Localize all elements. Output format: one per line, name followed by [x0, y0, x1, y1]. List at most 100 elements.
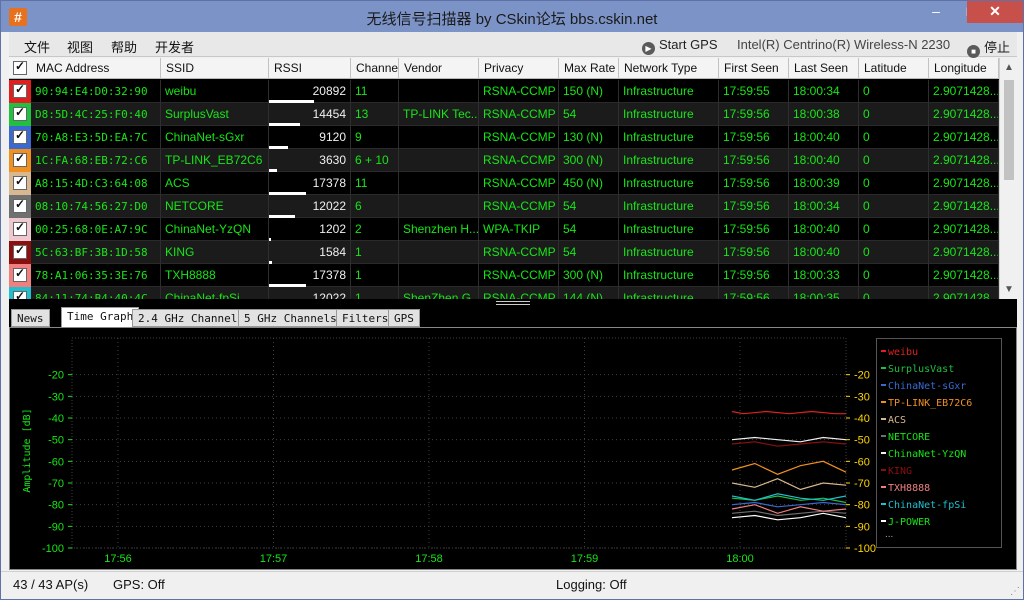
tab-0[interactable]: News — [11, 309, 50, 327]
cell-channel-text: 6 + 10 — [355, 153, 389, 167]
cell-rate: 130 (N) — [559, 126, 619, 149]
legend-label: weibu — [888, 347, 919, 358]
header-checkbox[interactable]: ✓ — [9, 58, 31, 81]
cell-mac-text: 00:25:68:0E:A7:9C — [35, 223, 148, 236]
y-tick-label-right: -70 — [854, 478, 870, 490]
cell-last-text: 18:00:34 — [793, 84, 840, 98]
table-row[interactable]: ✓ 00:25:68:0E:A7:9C ChinaNet-YzQN 1202 2 Shen… — [9, 218, 999, 241]
cell-mac-text: D8:5D:4C:25:F0:40 — [35, 108, 148, 121]
column-header-6[interactable]: Max Rate — [559, 58, 619, 79]
column-header-11[interactable]: Longitude — [929, 58, 999, 79]
column-header-3[interactable]: Channel — [351, 58, 399, 79]
cell-lat: 0 — [859, 172, 929, 195]
table-row[interactable]: ✓ 5C:63:BF:3B:1D:58 KING 1584 1 RSNA-CCMP 54 In… — [9, 241, 999, 264]
column-header-8[interactable]: First Seen — [719, 58, 789, 79]
stop-button[interactable]: ■ 停止 — [967, 37, 1010, 58]
cell-privacy: RSNA-CCMP — [479, 149, 559, 172]
legend-swatch — [881, 418, 886, 420]
tab-2[interactable]: 2.4 GHz Channels — [132, 309, 250, 327]
tab-3[interactable]: 5 GHz Channels — [238, 309, 343, 327]
column-header-1[interactable]: SSID — [161, 58, 269, 79]
adapter-select[interactable]: Intel(R) Centrino(R) Wireless-N 2230 — [737, 37, 950, 52]
cell-ssid: ChinaNet-fpSi — [161, 287, 269, 299]
cell-first: 17:59:56 — [719, 149, 789, 172]
row-checkbox[interactable]: ✓ — [9, 218, 31, 241]
tab-1[interactable]: Time Graph — [61, 307, 140, 327]
vertical-scrollbar[interactable]: ▲ ▼ — [999, 58, 1017, 299]
column-header-10[interactable]: Latitude — [859, 58, 929, 79]
cell-first-text: 17:59:56 — [723, 130, 770, 144]
resize-grip-icon[interactable]: ⋰ — [1010, 586, 1020, 597]
window-title: 无线信号扫描器 by CSkin论坛 bbs.cskin.net — [366, 11, 658, 28]
cell-rssi-text: 17378 — [312, 268, 346, 282]
table-row[interactable]: ✓ 1C:FA:68:EB:72:C6 TP-LINK_EB72C6 3630 6 + … — [9, 149, 999, 172]
gps-status: GPS: Off — [113, 577, 165, 592]
table-row[interactable]: ✓ D8:5D:4C:25:F0:40 SurplusVast 14454 13 TP-L… — [9, 103, 999, 126]
splitter-grip[interactable] — [496, 301, 530, 305]
cell-ssid: NETCORE — [161, 195, 269, 218]
legend-swatch — [881, 503, 886, 505]
cell-rssi: 1584 — [269, 241, 351, 264]
column-header-7[interactable]: Network Type — [619, 58, 719, 79]
close-button[interactable]: ✕ — [967, 1, 1023, 23]
menu-developer[interactable]: 开发者 — [155, 37, 194, 56]
graph-legend: weibu SurplusVast ChinaNet-sGxr TP-LINK_EB7… — [876, 338, 1002, 548]
row-checkbox[interactable]: ✓ — [9, 241, 31, 264]
column-header-4[interactable]: Vendor — [399, 58, 479, 79]
cell-first: 17:59:55 — [719, 80, 789, 103]
row-checkbox[interactable]: ✓ — [9, 149, 31, 172]
column-header-5[interactable]: Privacy — [479, 58, 559, 79]
cell-channel: 11 — [351, 172, 399, 195]
legend-item: ChinaNet-YzQN — [877, 446, 1001, 463]
cell-type-text: Infrastructure — [623, 107, 694, 121]
scroll-down-icon[interactable]: ▼ — [1004, 284, 1014, 295]
cell-channel: 6 + 10 — [351, 149, 399, 172]
column-header-9[interactable]: Last Seen — [789, 58, 859, 79]
table-row[interactable]: ✓ 70:A8:E3:5D:EA:7C ChinaNet-sGxr 9120 9 RSNA… — [9, 126, 999, 149]
cell-lat: 0 — [859, 126, 929, 149]
title-bar[interactable]: # 无线信号扫描器 by CSkin论坛 bbs.cskin.net – □ ✕ — [1, 1, 1023, 32]
row-checkbox[interactable]: ✓ — [9, 264, 31, 287]
row-checkbox[interactable]: ✓ — [9, 195, 31, 218]
legend-item: ACS — [877, 412, 1001, 429]
y-tick-label-right: -60 — [854, 456, 870, 468]
cell-first: 17:59:56 — [719, 287, 789, 299]
minimize-button[interactable]: – — [919, 1, 953, 23]
cell-channel-text: 11 — [355, 84, 368, 98]
plot-frame — [71, 337, 847, 549]
table-row[interactable]: ✓ A8:15:4D:C3:64:08 ACS 17378 11 RSNA-CCMP 450… — [9, 172, 999, 195]
legend-label: TP-LINK_EB72C6 — [888, 398, 973, 409]
tab-4[interactable]: Filters — [336, 309, 395, 327]
tab-5[interactable]: GPS — [388, 309, 420, 327]
row-checkbox[interactable]: ✓ — [9, 126, 31, 149]
cell-channel: 2 — [351, 218, 399, 241]
y-tick-label-left: -60 — [48, 456, 64, 468]
row-checkbox[interactable]: ✓ — [9, 287, 31, 299]
cell-vendor — [399, 195, 479, 218]
start-gps-button[interactable]: ▶ Start GPS — [642, 37, 718, 55]
table-row[interactable]: ✓ 84:11:74:B4:40:4C ChinaNet-fpSi 12022 1 She… — [9, 287, 999, 299]
cell-mac-text: 5C:63:BF:3B:1D:58 — [35, 246, 148, 259]
legend-item: NETCORE — [877, 429, 1001, 446]
row-checkbox[interactable]: ✓ — [9, 80, 31, 103]
cell-rate-text: 54 — [563, 245, 577, 259]
scroll-thumb[interactable] — [1004, 80, 1014, 180]
row-checkbox[interactable]: ✓ — [9, 103, 31, 126]
menu-view[interactable]: 视图 — [67, 37, 93, 56]
cell-privacy: RSNA-CCMP — [479, 264, 559, 287]
legend-more: ... — [885, 529, 894, 540]
y-tick-label-left: -100 — [42, 543, 64, 555]
table-row[interactable]: ✓ 78:A1:06:35:3E:76 TXH8888 17378 1 RSNA-CCMP… — [9, 264, 999, 287]
row-checkbox[interactable]: ✓ — [9, 172, 31, 195]
menu-help[interactable]: 帮助 — [111, 37, 137, 56]
scroll-up-icon[interactable]: ▲ — [1004, 62, 1014, 73]
table-row[interactable]: ✓ 08:10:74:56:27:D0 NETCORE 12022 6 RSNA-CCMP… — [9, 195, 999, 218]
splitter[interactable] — [9, 299, 1017, 307]
cell-vendor — [399, 126, 479, 149]
menu-file[interactable]: 文件 — [24, 37, 50, 56]
column-header-0[interactable]: MAC Address — [31, 58, 161, 79]
cell-rssi-text: 17378 — [312, 176, 346, 190]
table-row[interactable]: ✓ 90:94:E4:D0:32:90 weibu 20892 11 RSNA-CCMP 1… — [9, 80, 999, 103]
column-header-2[interactable]: RSSI — [269, 58, 351, 79]
series-line — [731, 478, 847, 491]
